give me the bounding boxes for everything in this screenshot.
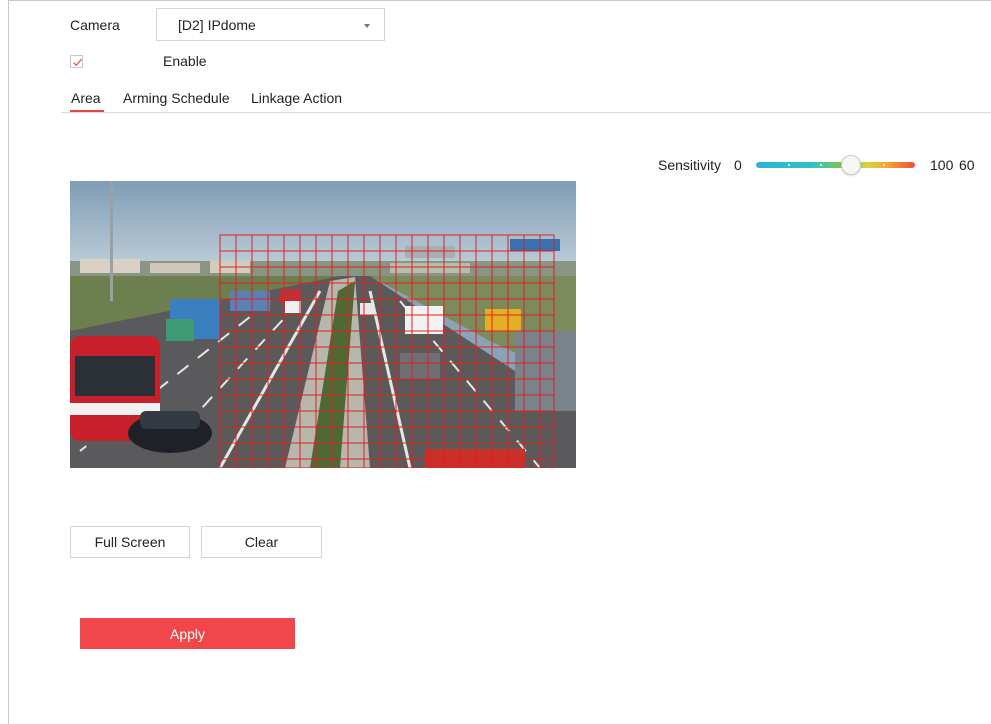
sensitivity-slider[interactable] xyxy=(756,155,915,175)
sensitivity-value: 60 xyxy=(959,157,975,173)
camera-preview[interactable] xyxy=(70,181,576,468)
tab-linkage-action[interactable]: Linkage Action xyxy=(251,90,342,106)
full-screen-button[interactable]: Full Screen xyxy=(70,526,190,558)
check-icon xyxy=(73,58,82,67)
tab-area[interactable]: Area xyxy=(71,90,101,106)
camera-label: Camera xyxy=(70,17,120,33)
sensitivity-label: Sensitivity xyxy=(658,157,722,173)
chevron-down-icon xyxy=(364,24,370,28)
highway-scene-image xyxy=(70,181,576,468)
slider-tick xyxy=(820,164,822,166)
tabs-divider xyxy=(61,112,991,113)
sensitivity-max: 100 xyxy=(930,157,954,173)
clear-button[interactable]: Clear xyxy=(201,526,322,558)
enable-checkbox[interactable] xyxy=(70,55,83,68)
enable-label: Enable xyxy=(163,53,207,69)
slider-tick xyxy=(788,164,790,166)
tab-arming-schedule[interactable]: Arming Schedule xyxy=(123,90,230,106)
slider-tick xyxy=(883,164,885,166)
sensitivity-min: 0 xyxy=(734,157,742,173)
camera-select[interactable]: [D2] IPdome xyxy=(156,8,385,41)
apply-button[interactable]: Apply xyxy=(80,618,295,649)
sensitivity-track xyxy=(756,162,915,168)
camera-select-value: [D2] IPdome xyxy=(178,17,256,33)
